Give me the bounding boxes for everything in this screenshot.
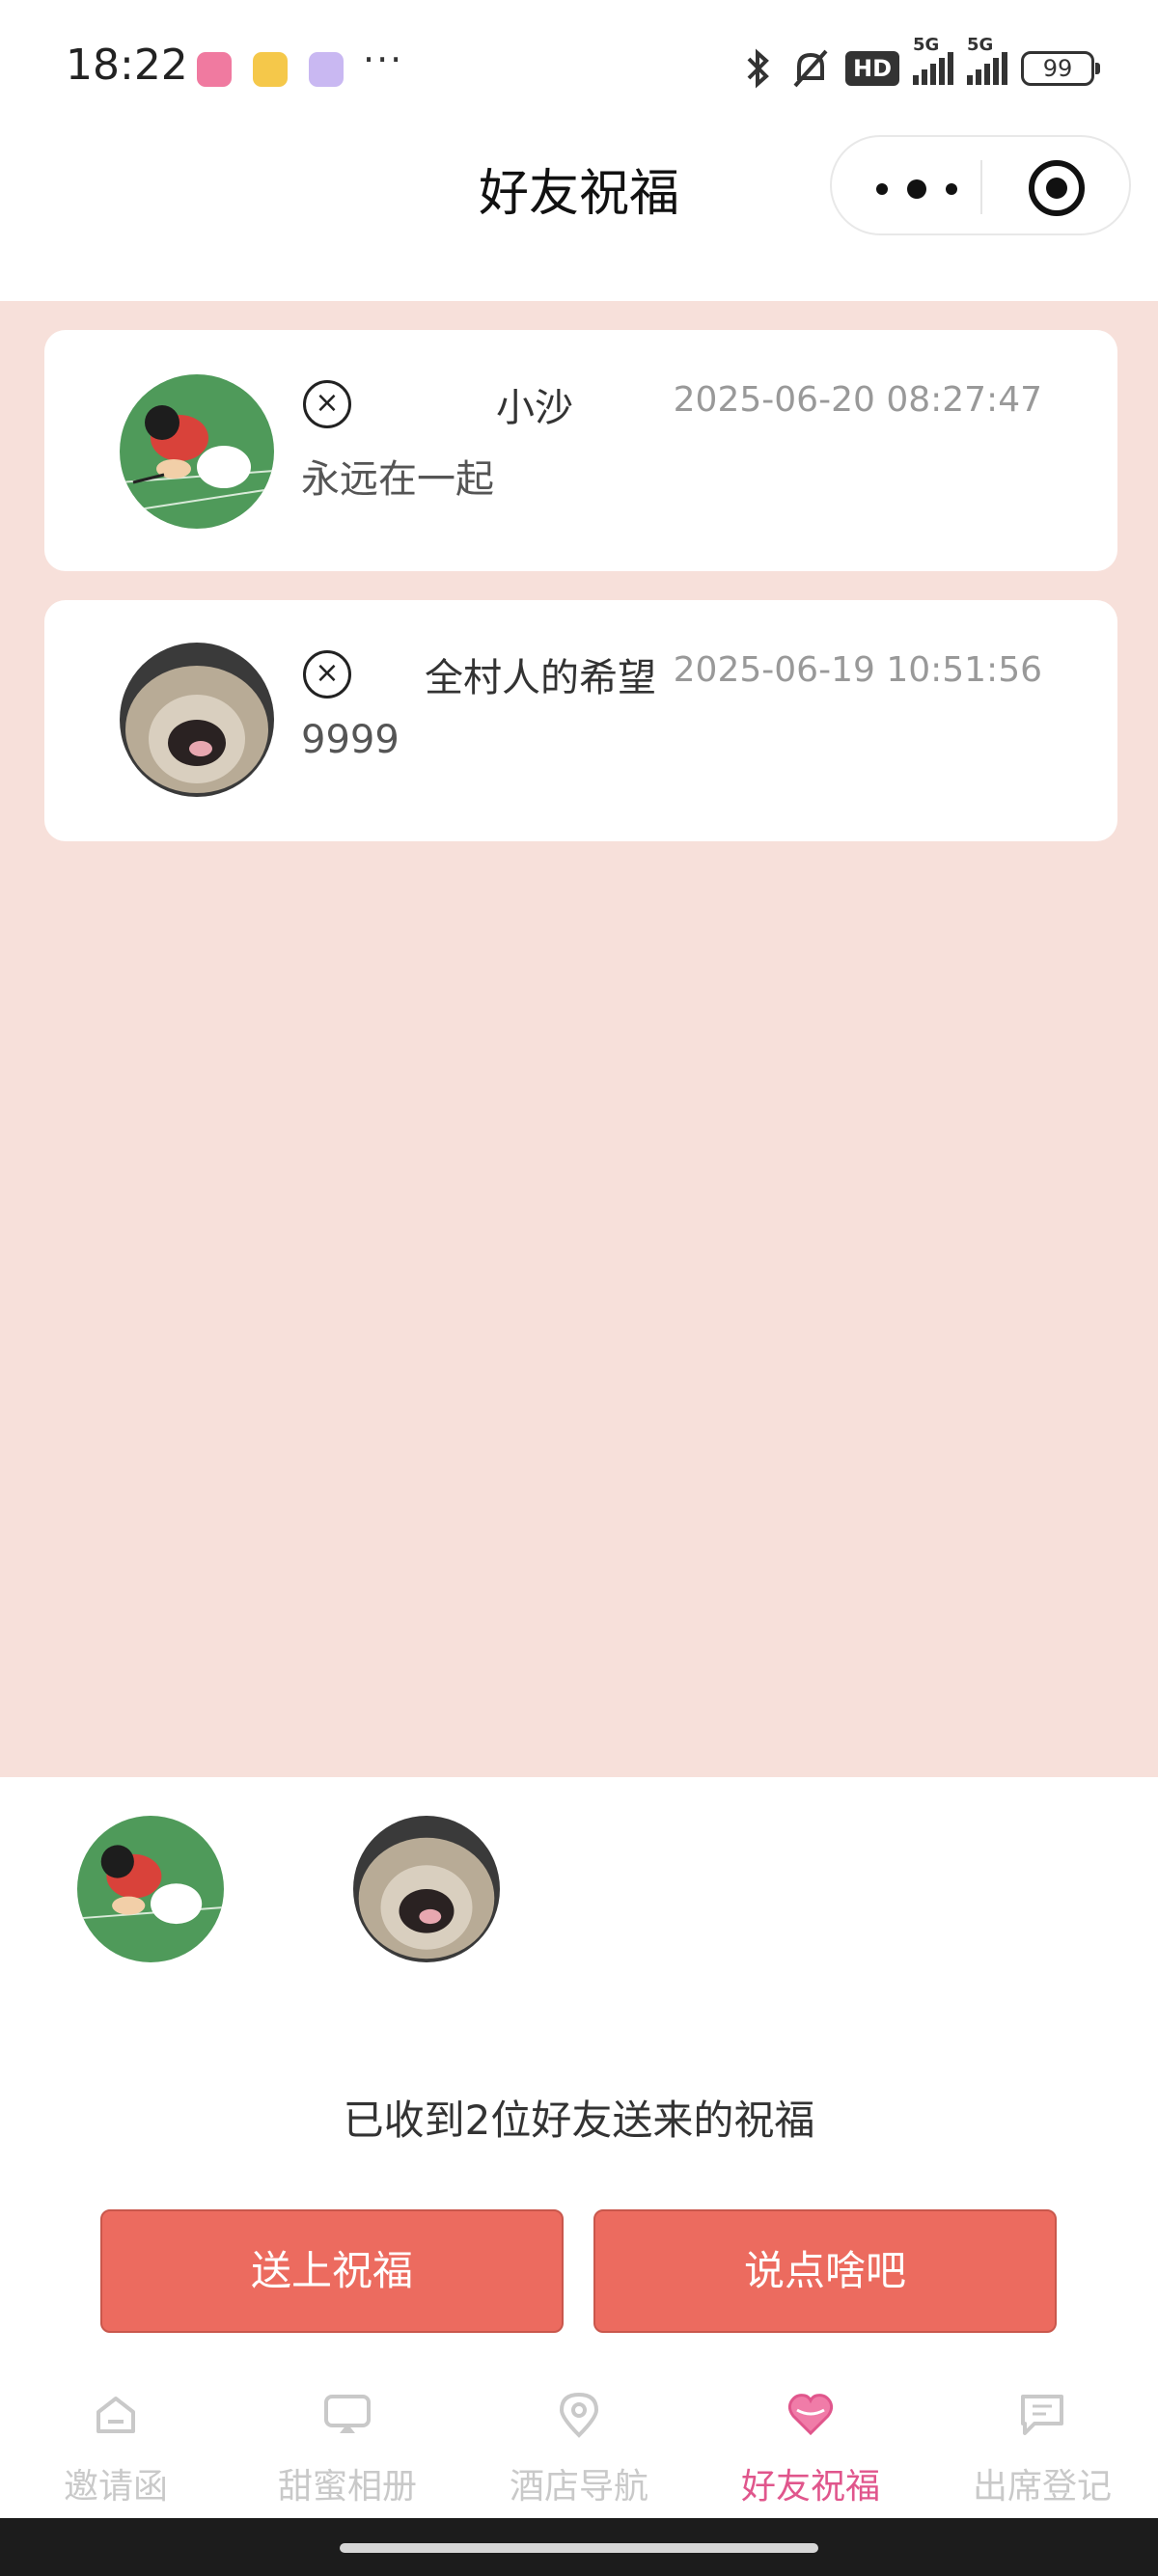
weibo-app-icon: [253, 52, 288, 87]
location-icon: [559, 2392, 599, 2438]
network-label: 5G: [967, 35, 994, 55]
close-mini-program-icon[interactable]: [1029, 160, 1085, 216]
tab-label: 酒店导航: [509, 2467, 648, 2507]
blessing-card: × 全村人的希望 2025-06-19 10:51:56 9999: [44, 600, 1117, 841]
message-app-icon: [197, 52, 232, 87]
network-label: 5G: [913, 35, 940, 55]
blessing-time: 2025-06-19 10:51:56: [673, 650, 1042, 690]
capsule-divider: [980, 160, 982, 214]
tab-invitation[interactable]: 邀请函: [0, 2366, 232, 2518]
status-bar: 18:22 ··· HD 5G 5G 99: [0, 0, 1158, 135]
tab-label: 邀请函: [63, 2467, 168, 2507]
heart-icon: [787, 2394, 834, 2436]
tab-hotel-navigation[interactable]: 酒店导航: [463, 2366, 695, 2518]
delete-icon[interactable]: ×: [303, 380, 351, 428]
status-icons: HD 5G 5G 99: [741, 35, 1100, 93]
navigation-bar: 好友祝福: [0, 135, 1158, 301]
sender-name: 小沙: [496, 386, 573, 430]
tab-bar: 邀请函 甜蜜相册 酒店导航 好友祝福 出席登记: [0, 2366, 1158, 2518]
friend-avatar[interactable]: [77, 1816, 224, 1962]
blessing-message: 永远在一起: [301, 457, 494, 502]
blessing-summary-panel: 已收到2位好友送来的祝福 送上祝福 说点啥吧: [0, 1777, 1158, 2366]
home-indicator[interactable]: [340, 2543, 818, 2553]
blessing-time: 2025-06-20 08:27:47: [673, 380, 1042, 420]
blessing-card: × 小沙 2025-06-20 08:27:47 永远在一起: [44, 330, 1117, 571]
avatar: [120, 643, 274, 797]
tab-label: 好友祝福: [740, 2467, 880, 2507]
blessing-count-text: 已收到2位好友送来的祝福: [343, 2096, 815, 2144]
status-time: 18:22: [66, 41, 188, 90]
blessing-message: 9999: [301, 718, 400, 762]
tab-friend-blessings[interactable]: 好友祝福: [695, 2366, 926, 2518]
hd-badge: HD: [844, 51, 899, 86]
signal-icon: 5G: [913, 35, 953, 85]
message-icon: [1021, 2395, 1063, 2435]
tab-attendance-registration[interactable]: 出席登记: [926, 2366, 1158, 2518]
bluetooth-icon: [747, 48, 769, 89]
home-icon: [96, 2397, 135, 2433]
mute-bell-icon: [793, 49, 828, 88]
mini-program-capsule: [830, 135, 1131, 235]
album-icon: [324, 2395, 371, 2433]
send-blessing-button[interactable]: 送上祝福: [100, 2209, 564, 2333]
delete-icon[interactable]: ×: [303, 650, 351, 699]
avatar: [120, 374, 274, 529]
battery-icon: 99: [1021, 51, 1100, 86]
system-navigation-bar: [0, 2518, 1158, 2576]
blessing-list[interactable]: × 小沙 2025-06-20 08:27:47 永远在一起 × 全村人的希望 …: [0, 301, 1158, 1777]
signal-icon: 5G: [967, 35, 1007, 85]
more-notifications-icon: ···: [363, 39, 404, 81]
say-something-button[interactable]: 说点啥吧: [593, 2209, 1057, 2333]
friend-avatar[interactable]: [353, 1816, 500, 1962]
more-options-icon[interactable]: [870, 162, 967, 210]
tab-label: 出席登记: [972, 2467, 1112, 2507]
app-icon: [309, 52, 344, 87]
tab-album[interactable]: 甜蜜相册: [232, 2366, 463, 2518]
tab-label: 甜蜜相册: [277, 2467, 417, 2507]
sender-name: 全村人的希望: [425, 656, 656, 700]
